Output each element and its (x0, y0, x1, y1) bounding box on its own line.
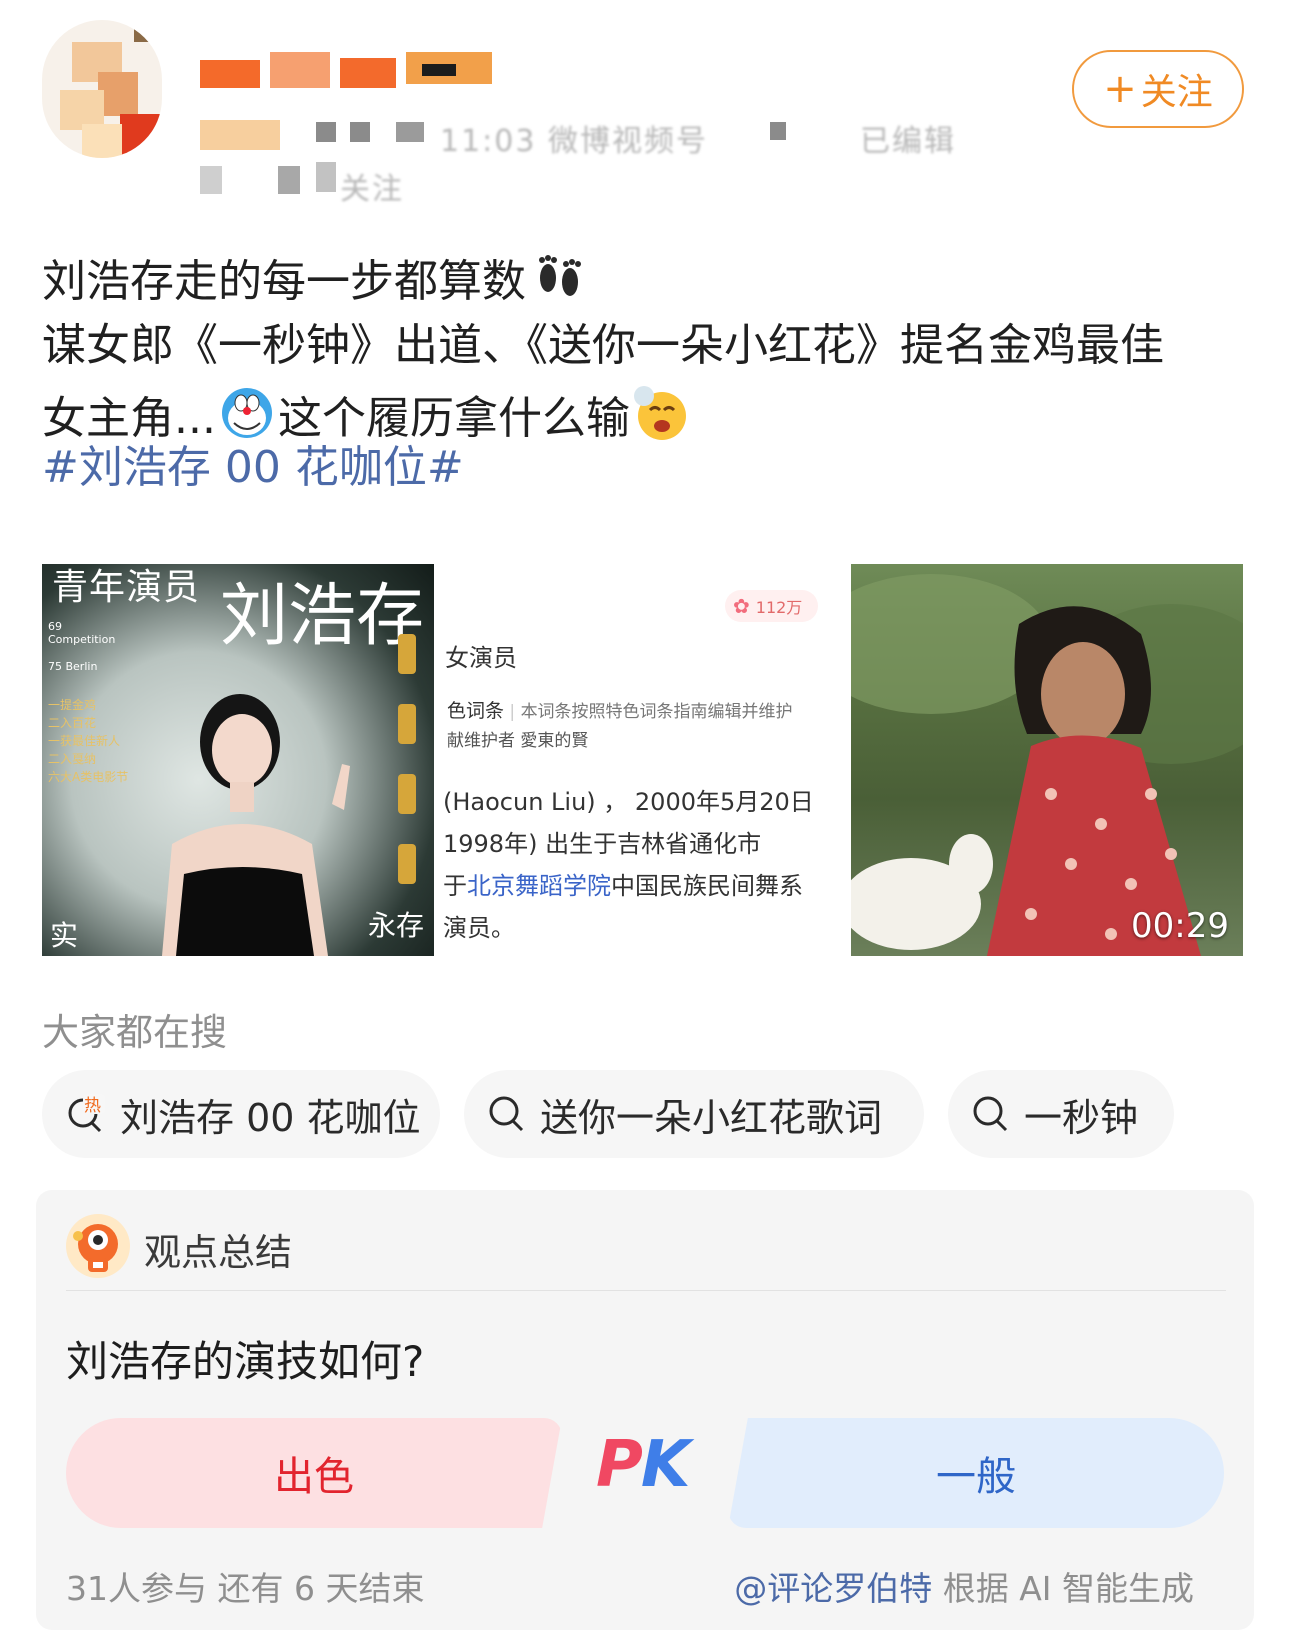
wiki-school-link[interactable]: 北京舞蹈学院 (467, 872, 611, 900)
wiki-feature-text: 本词条按照特色词条指南编辑并维护 (520, 702, 793, 722)
meta-extra: 关注 (340, 172, 404, 207)
opinion-summary-card: 观点总结 刘浩存的演技如何? 出色 PK 一般 31人参与 还有 6 天结束 @… (36, 1190, 1254, 1630)
opinion-question: 刘浩存的演技如何? (66, 1337, 425, 1386)
edited-label: 已编辑 (860, 124, 956, 159)
video-thumbnail[interactable]: 00:29 (851, 564, 1243, 956)
hot-search-chip-label: 一秒钟 (1024, 1095, 1139, 1140)
source-user-link[interactable]: @评论罗伯特 (734, 1569, 932, 1608)
search-icon (972, 1095, 1010, 1133)
vote-option-left-label: 出色 (274, 1454, 354, 1500)
video-duration: 00:29 (1131, 906, 1229, 946)
poster-title: 青年演员 (52, 567, 201, 608)
poster-list-item: 一提金鸡 (48, 698, 97, 712)
hot-search-chip[interactable]: 一秒钟 (948, 1070, 1174, 1158)
pk-label: PK (596, 1428, 691, 1502)
dizzy-face-emoji-icon (630, 384, 690, 458)
divider (66, 1290, 1226, 1291)
wiki-line: 色词条 | 本词条按照特色词条指南编辑并维护 (447, 700, 793, 722)
poster-list: 一提金鸡 二入百花 一获最佳新人 二入戛纳 六大A类电影节 (48, 696, 128, 786)
plus-icon: + (1103, 66, 1137, 112)
follow-label: 关注 (1140, 72, 1213, 113)
wiki-line: 于北京舞蹈学院中国民族民间舞系 (443, 866, 803, 901)
user-avatar[interactable] (42, 20, 162, 158)
opinion-card-title: 观点总结 (144, 1231, 292, 1274)
search-icon (488, 1095, 526, 1133)
footprints-icon (532, 248, 588, 320)
post-time-source: 11:03 微博视频号 (440, 124, 708, 159)
hot-search-chip[interactable]: 送你一朵小红花歌词 (464, 1070, 924, 1158)
poster-list-item: 一获最佳新人 (48, 734, 121, 748)
actress-figure (162, 694, 350, 956)
robot-mascot-icon (66, 1214, 130, 1278)
wiki-screenshot-image[interactable]: ✿ 112万 女演员 色词条 | 本词条按照特色词条指南编辑并维护 献维护者 愛… (437, 564, 829, 956)
post-line3b-text: 这个履历拿什么输 (277, 393, 630, 444)
wiki-line5b: ) 出生于吉林省通化市 (528, 830, 762, 858)
poster-list-item: 六大A类电影节 (48, 770, 129, 784)
hot-search-chip[interactable]: 热 刘浩存 00 花咖位 (42, 1070, 440, 1158)
wiki-line: (Haocun Liu) ， 2000年5月20日 (443, 788, 814, 816)
wiki-like-badge: ✿ 112万 (725, 590, 819, 622)
poster-image[interactable]: 青年演员 刘浩存 69 Competition 75 Berlin 一提金鸡 二… (42, 564, 434, 956)
hot-search-chip-label: 送你一朵小红花歌词 (540, 1095, 883, 1140)
wiki-feature-label: 色词条 (447, 700, 505, 722)
pk-letter-p: P (596, 1428, 643, 1502)
vote-option-right-label: 一般 (936, 1454, 1016, 1500)
hot-search-chip-label: 刘浩存 00 花咖位 (120, 1095, 421, 1140)
poster-award-1: 69 Competition (48, 620, 116, 646)
poster-side-text-left: 实 (50, 919, 79, 952)
poster-list-item: 二入百花 (48, 716, 97, 730)
svg-text:热: 热 (84, 1096, 101, 1116)
wiki-line6b: 中国民族民间舞系 (611, 872, 803, 900)
wiki-line: 演员。 (443, 914, 515, 942)
hot-search-icon: 热 (66, 1094, 106, 1134)
poster-awards: 69 Competition 75 Berlin (48, 620, 118, 673)
hashtag-link[interactable]: #刘浩存 00 花咖位# (42, 438, 464, 498)
follow-button[interactable]: + 关注 (1072, 50, 1244, 128)
source-note-text: 根据 AI 智能生成 (932, 1569, 1194, 1608)
wiki-like-count: 112万 (755, 598, 803, 617)
wiki-line: 1998年) 出生于吉林省通化市 (443, 824, 761, 859)
wiki-line6a: 于 (443, 872, 467, 900)
vote-option-excellent-button[interactable]: 出色 (66, 1418, 562, 1528)
post-line3a-text: 女主角... (42, 393, 216, 444)
post-text-line1: 刘浩存走的每一步都算数 (42, 248, 588, 320)
poster-list-item: 二入戛纳 (48, 752, 97, 766)
wiki-line: 女演员 (445, 644, 517, 672)
hot-search-title: 大家都在搜 (42, 1011, 227, 1054)
wiki-line5a: 1998年 (443, 830, 529, 858)
vote-option-average-button[interactable]: 一般 (728, 1418, 1224, 1528)
wiki-line: 献维护者 愛東的賢 (447, 731, 589, 751)
poster-award-2: 75 Berlin (48, 660, 98, 673)
post-line1-text: 刘浩存走的每一步都算数 (42, 256, 526, 307)
trophy-column (392, 634, 422, 934)
participation-status: 31人参与 还有 6 天结束 (66, 1569, 425, 1608)
pk-letter-k: K (640, 1428, 691, 1502)
ai-source-note: @评论罗伯特 根据 AI 智能生成 (734, 1562, 1194, 1610)
girl-figure (851, 574, 1243, 956)
username-redacted[interactable] (200, 52, 500, 98)
flower-icon: ✿ (733, 594, 750, 618)
post-text-line2: 谋女郎《一秒钟》出道、《送你一朵小红花》提名金鸡最佳 (42, 320, 1164, 371)
